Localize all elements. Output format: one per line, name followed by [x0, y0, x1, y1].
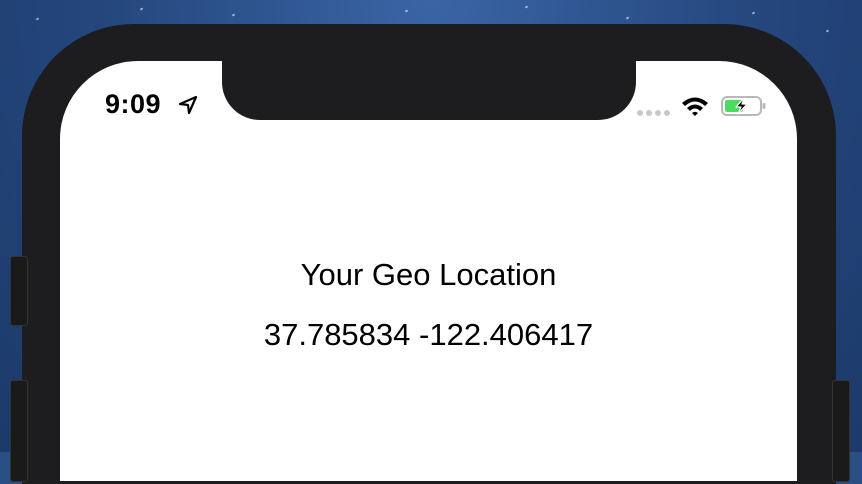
location-arrow-icon — [178, 95, 198, 115]
star-decoration — [35, 17, 40, 21]
star-decoration — [404, 9, 409, 13]
battery-charging-icon — [721, 96, 766, 116]
star-decoration — [524, 5, 529, 9]
power-button — [832, 380, 850, 482]
volume-button — [10, 380, 28, 482]
status-time: 9:09 — [105, 89, 162, 119]
mute-switch — [10, 256, 28, 326]
star-decoration — [625, 16, 630, 20]
star-decoration — [751, 11, 756, 15]
geo-coordinates: 37.785834 -122.406417 — [263, 317, 594, 352]
cellular-signal-icon — [637, 110, 670, 116]
star-decoration — [139, 7, 144, 11]
star-decoration — [825, 29, 830, 33]
notch — [222, 61, 636, 120]
geo-location-title: Your Geo Location — [300, 257, 557, 292]
phone-screen: 9:09 Your Geo Location 37.785834 -122.40… — [60, 61, 797, 481]
star-decoration — [231, 13, 236, 17]
wifi-icon — [682, 97, 708, 116]
